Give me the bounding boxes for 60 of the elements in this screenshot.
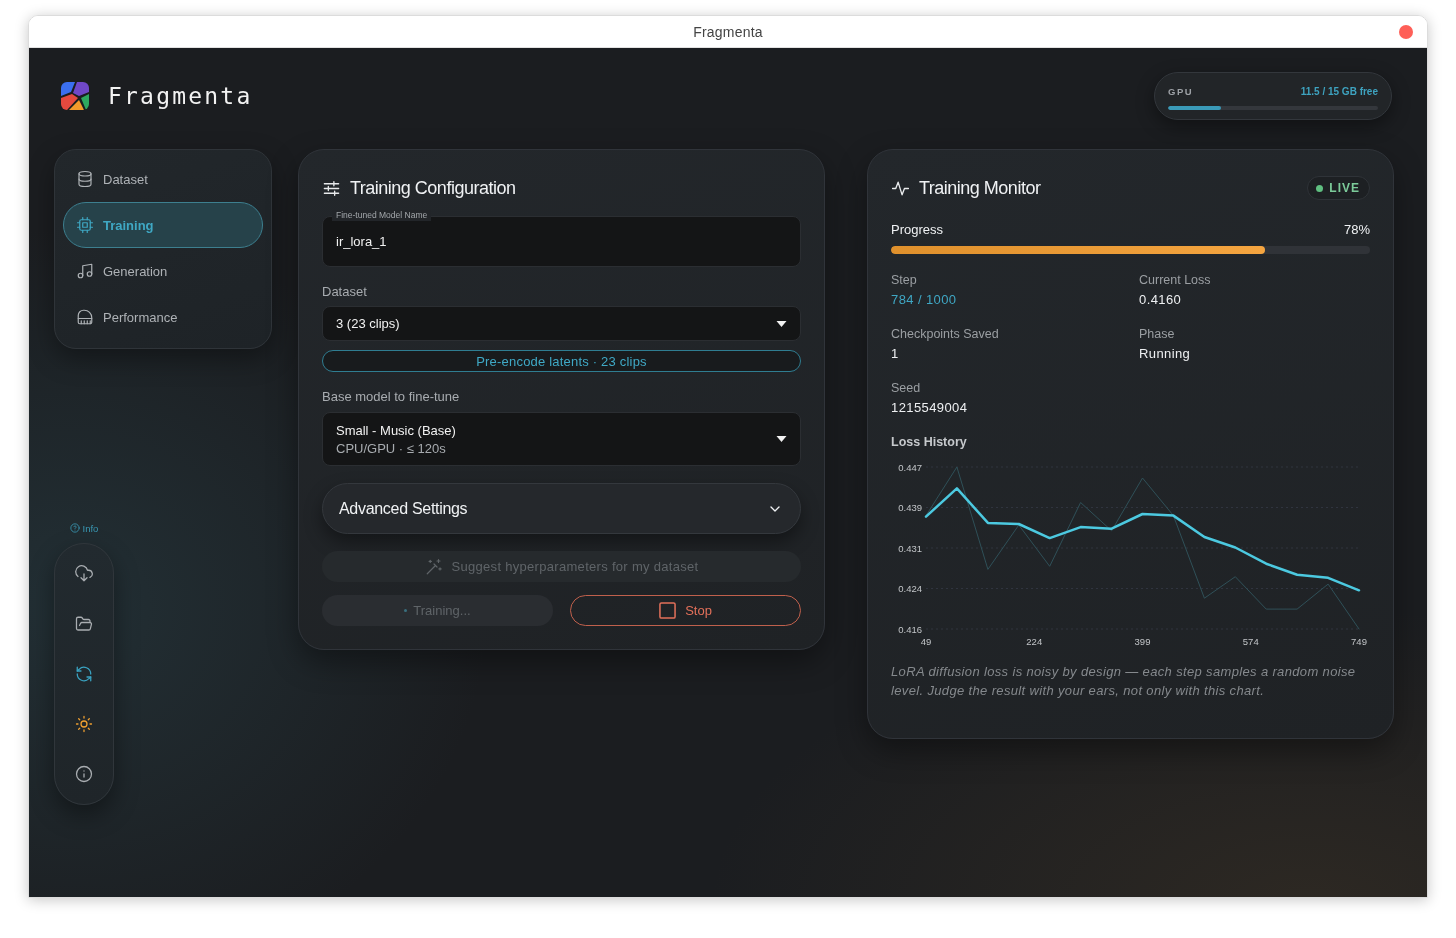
cloud-download-icon[interactable] xyxy=(75,565,93,583)
axis-tick-label: 49 xyxy=(920,636,932,647)
axis-tick-label: 574 xyxy=(1242,636,1259,647)
dataset-select[interactable]: 3 (23 clips) xyxy=(322,306,801,341)
field-label: Fine-tuned Model Name xyxy=(332,210,432,221)
progress-percent: 78% xyxy=(1343,221,1370,237)
axis-tick-label: 0.416 xyxy=(898,623,922,635)
base-model-select[interactable]: Small - Music (Base) CPU/GPU · ≤ 120s xyxy=(322,412,801,466)
sidebar-item[interactable]: Dataset xyxy=(63,156,263,202)
logo-icon xyxy=(61,82,89,110)
gpu-label: GPU xyxy=(1168,86,1194,97)
magic-wand-icon xyxy=(424,557,443,576)
folder-icon[interactable] xyxy=(75,615,93,633)
caret-icon xyxy=(776,436,787,442)
advanced-settings-toggle[interactable]: Advanced Settings xyxy=(322,483,801,534)
stat-label: Current Loss xyxy=(1139,273,1211,288)
field-label: Dataset xyxy=(322,285,368,299)
stat-label: Phase xyxy=(1139,327,1175,342)
stat-value: 1 xyxy=(891,346,899,362)
stat-label: Seed xyxy=(891,381,921,396)
preencode-button[interactable]: Pre-encode latents · 23 clips xyxy=(322,350,801,372)
axis-tick-label: 224 xyxy=(1026,636,1043,647)
gpu-reading: 11.5 / 15 GB free xyxy=(1300,86,1378,97)
sidebar-item[interactable]: Training xyxy=(63,202,263,248)
database-icon xyxy=(76,170,94,188)
stat-label: Checkpoints Saved xyxy=(891,327,999,342)
app-name: Fragmenta xyxy=(108,83,253,109)
stat-label: Step xyxy=(891,273,917,288)
chart-title: Loss History xyxy=(891,435,967,450)
chart-note: LoRA diffusion loss is noisy by design — each step samples a random noise level. Judge the result with your ears, not only with this chart. xyxy=(891,663,1357,700)
axis-tick-label: 399 xyxy=(1134,636,1151,647)
stat-value: 784 / 1000 xyxy=(891,292,957,308)
panel-title: Training Configuration xyxy=(350,177,516,199)
axis-tick-label: 0.424 xyxy=(898,583,922,594)
axis-tick-label: 0.439 xyxy=(898,502,922,513)
field-label: Base model to fine-tune xyxy=(322,390,461,404)
stat-value: Running xyxy=(1139,346,1191,362)
music-note-icon xyxy=(76,262,94,280)
info-icon[interactable] xyxy=(75,765,93,783)
close-icon[interactable] xyxy=(1399,25,1413,39)
stat-value: 1215549004 xyxy=(891,400,968,416)
stop-icon xyxy=(659,602,677,619)
sidebar-item[interactable]: Performance xyxy=(63,294,263,340)
piano-icon xyxy=(76,308,94,326)
live-label: LIVE xyxy=(1329,181,1360,195)
panel-title: Training Monitor xyxy=(919,177,1041,199)
chip-icon xyxy=(76,216,94,234)
caret-icon xyxy=(776,320,787,327)
sidebar-item[interactable]: Generation xyxy=(63,248,263,294)
info-link[interactable]: Info xyxy=(69,522,99,534)
axis-tick-label: 749 xyxy=(1351,636,1367,647)
window-title: Fragmenta xyxy=(693,23,763,40)
axis-tick-label: 0.447 xyxy=(898,461,922,473)
stat-value: 0.4160 xyxy=(1139,292,1182,308)
axis-tick-label: 0.431 xyxy=(898,542,922,554)
question-icon xyxy=(69,523,80,533)
sun-icon[interactable] xyxy=(75,715,93,733)
sliders-icon xyxy=(322,178,341,198)
progress-label: Progress xyxy=(891,221,944,237)
refresh-icon[interactable] xyxy=(75,665,93,683)
